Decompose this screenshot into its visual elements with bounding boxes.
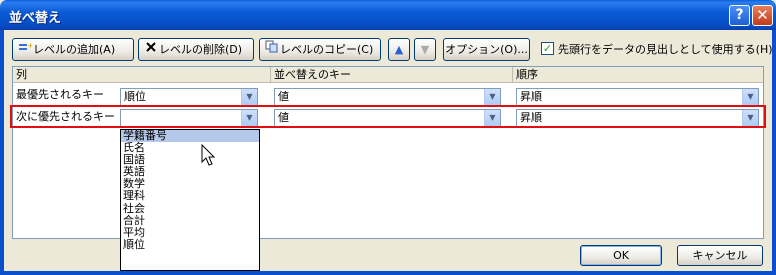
order-select-primary[interactable]: 昇順 ▼ [516, 88, 759, 106]
delete-level-button[interactable]: レベルの削除(D) [138, 38, 254, 61]
column-header: 列 [13, 67, 271, 83]
order-select-primary-value: 昇順 [520, 90, 542, 103]
arrow-up-icon: ▲ [394, 43, 404, 56]
move-down-button[interactable]: ▼ [414, 38, 436, 61]
sort-on-select-primary-value: 値 [278, 90, 289, 103]
dropdown-option[interactable]: 合計 [121, 214, 259, 227]
mouse-cursor-icon [201, 144, 216, 166]
arrow-down-icon: ▼ [420, 43, 430, 56]
order-header: 順序 [513, 67, 763, 83]
dropdown-option[interactable]: 社会 [121, 202, 259, 215]
options-button[interactable]: オプション(O)... [443, 38, 530, 61]
move-up-button[interactable]: ▲ [388, 38, 410, 61]
sort-on-select-primary[interactable]: 値 ▼ [274, 88, 501, 106]
help-button[interactable]: ? [729, 5, 750, 26]
delete-level-label: レベルの削除(D) [159, 43, 243, 56]
add-level-label: レベルの追加(A) [33, 43, 116, 56]
copy-level-label: レベルのコピー(C) [280, 43, 374, 56]
cancel-button[interactable]: キャンセル [677, 245, 763, 266]
header-row-checkbox-label: 先頭行をデータの見出しとして使用する(H) [558, 43, 773, 56]
copy-icon [264, 39, 280, 60]
window-frame-bottom [0, 271, 776, 275]
column-dropdown-list[interactable]: 学籍番号 氏名 国語 英語 数学 理科 社会 合計 平均 順位 [120, 129, 260, 271]
sort-on-header: 並べ替えのキー [271, 67, 513, 83]
close-button[interactable]: ✕ [752, 5, 773, 26]
column-select-primary-value: 順位 [124, 90, 146, 103]
add-level-icon: + [17, 39, 34, 60]
column-select-primary[interactable]: 順位 ▼ [120, 88, 258, 106]
header-row-checkbox[interactable]: ✓ [541, 42, 554, 55]
copy-level-button[interactable]: レベルのコピー(C) [259, 38, 381, 61]
window-frame-right [772, 30, 776, 275]
window-frame-left [0, 30, 4, 275]
chevron-down-icon[interactable]: ▼ [484, 89, 500, 105]
selected-row-outline [10, 105, 766, 128]
delete-x-icon [143, 39, 159, 60]
svg-text:+: + [27, 41, 32, 50]
ok-button[interactable]: OK [580, 245, 662, 266]
title-bar: 並べ替え ? ✕ [0, 0, 776, 30]
dropdown-option[interactable]: 理科 [121, 190, 259, 202]
window-title: 並べ替え [9, 11, 62, 26]
chevron-down-icon[interactable]: ▼ [742, 89, 758, 105]
chevron-down-icon[interactable]: ▼ [241, 89, 257, 105]
dropdown-option[interactable]: 順位 [121, 238, 259, 251]
row-label-primary: 最優先されるキー [16, 88, 104, 101]
add-level-button[interactable]: + レベルの追加(A) [12, 38, 134, 61]
